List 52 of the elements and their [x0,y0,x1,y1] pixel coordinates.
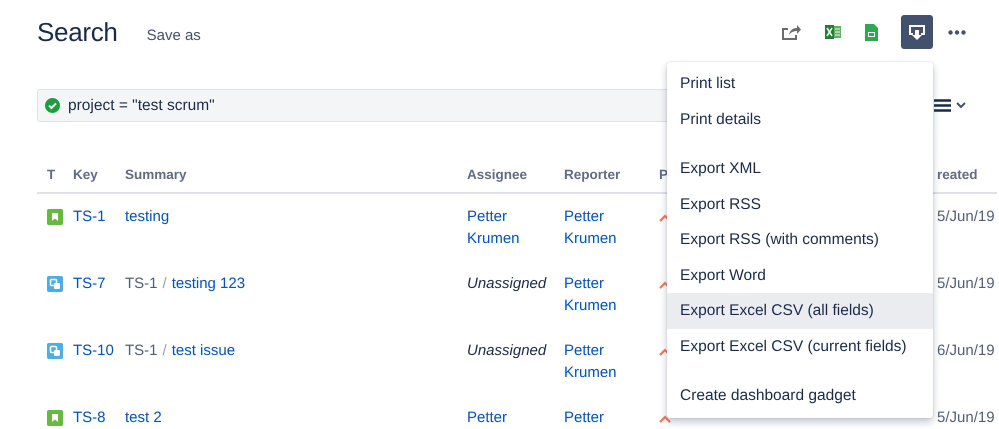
summary-link[interactable]: test issue [172,342,236,359]
assignee-link[interactable]: Petter Krumen [467,206,547,250]
bookmark-icon [47,410,63,426]
column-header: Summary [125,167,187,182]
reporter-link[interactable]: Petter Krumen [564,206,644,250]
menu-item[interactable]: Export RSS (with comments) [667,222,933,258]
assignee-text: Unassigned [467,275,546,292]
more-icon[interactable] [948,30,966,34]
menu-item[interactable]: Export RSS [667,186,933,222]
sheet-icon[interactable] [865,24,878,40]
menu-item[interactable]: Export Word [667,258,933,293]
issue-key-link[interactable]: TS-7 [73,275,106,292]
summary-link[interactable]: testing [125,208,170,225]
column-header: T [47,167,56,182]
menu-item[interactable]: Export Excel CSV (all fields) [667,293,933,328]
parent-key-link[interactable]: TS-1 [125,342,158,359]
created-date: 5/Jun/19 [937,275,995,292]
export-button[interactable] [901,15,933,49]
summary-link[interactable]: test 2 [125,409,162,426]
issue-key-link[interactable]: TS-1 [73,208,106,225]
menu-item[interactable]: Export Excel CSV (current fields) [667,328,933,364]
created-date: 5/Jun/19 [937,208,995,225]
column-header: Assignee [467,167,528,182]
issue-key-link[interactable]: TS-8 [73,409,106,426]
menu-item[interactable]: Export XML [667,151,933,186]
parent-key-link[interactable]: TS-1 [125,275,158,292]
reporter-link[interactable]: Petter Krumen [564,273,644,317]
menu-item[interactable]: Create dashboard gadget [667,378,933,414]
separator-slash: / [162,275,167,292]
column-header: Key [73,167,98,182]
column-header: P [659,167,668,182]
issue-key-link[interactable]: TS-10 [73,342,114,359]
export-icon [908,24,926,40]
list-view-icon[interactable] [934,99,951,112]
share-icon[interactable] [781,24,801,40]
subtask-icon [47,343,63,359]
page-title: Search [37,16,118,48]
summary-link[interactable]: testing 123 [172,275,246,292]
chevron-down-icon[interactable] [956,102,966,109]
assignee-link[interactable]: Petter [467,407,547,429]
created-date: 5/Jun/19 [937,409,995,426]
created-date: 6/Jun/19 [937,342,995,359]
column-header: Reporter [564,167,620,182]
save-as-button[interactable]: Save as [144,24,203,46]
spreadsheet-icon[interactable] [825,25,841,39]
separator-slash: / [162,342,167,359]
column-header: reated [937,167,978,182]
reporter-link[interactable]: Petter Krumen [564,340,644,384]
assignee-text: Unassigned [467,342,546,359]
bookmark-icon [47,209,63,225]
reporter-link[interactable]: Petter [564,407,644,429]
subtask-icon [47,276,63,292]
